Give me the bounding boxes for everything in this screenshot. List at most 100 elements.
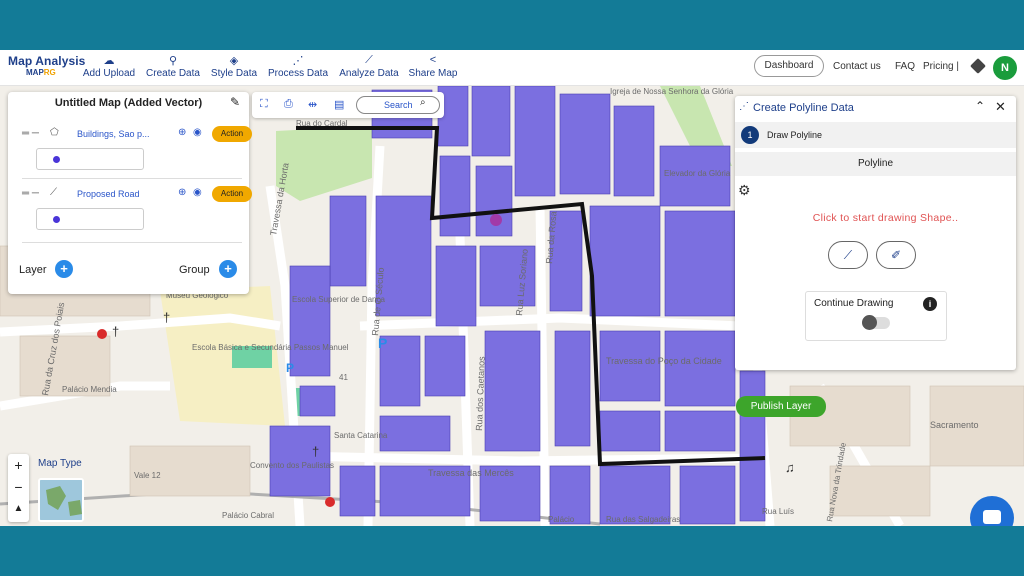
drag-handle-icon[interactable]: ═ ─ xyxy=(22,188,39,199)
gear-icon[interactable]: ⚙ xyxy=(738,182,751,199)
comment-icon[interactable]: ▤ xyxy=(334,98,344,111)
step-number: 1 xyxy=(741,126,759,144)
map-analysis-app: Map Analysis MAPRG ☁ Add Upload ⚲ Create… xyxy=(0,50,1024,526)
map-type-thumbnail[interactable] xyxy=(38,478,84,522)
building xyxy=(439,155,471,237)
parking-icon: P xyxy=(378,335,387,351)
polygon-icon: ⬠ xyxy=(50,127,59,138)
music-icon: ♫ xyxy=(785,460,795,475)
drag-handle-icon[interactable]: ═ ─ xyxy=(22,128,39,139)
group-label: Group xyxy=(179,264,210,276)
bottom-frame-band xyxy=(0,526,1024,576)
map-label-palacio-mendia: Palácio Mendia xyxy=(62,385,117,394)
nav-process-data[interactable]: ⋰ Process Data xyxy=(267,54,329,79)
nav-add-upload[interactable]: ☁ Add Upload xyxy=(81,54,137,79)
layer-row-buildings[interactable]: ═ ─ ⬠ Buildings, Sao p... ⊕ ◉ Action xyxy=(22,126,252,144)
map-label-convento-paulistas: Convento dos Paulistas xyxy=(250,461,334,470)
cube-icon[interactable] xyxy=(970,58,986,74)
church-icon: † xyxy=(163,310,170,325)
building xyxy=(484,330,541,452)
layer-divider xyxy=(22,178,242,179)
map-label-sacramento: Sacramento xyxy=(930,420,979,430)
map-label-elevador-gloria: Elevador da Glória xyxy=(664,169,731,178)
globe-thumbnail-icon xyxy=(40,480,82,520)
zoom-out-button[interactable]: − xyxy=(8,476,29,498)
layer-style-swatch[interactable] xyxy=(36,208,144,230)
thumbnail-land xyxy=(68,500,82,516)
eye-icon[interactable]: ◉ xyxy=(193,187,202,198)
edit-shape-button[interactable]: ✐ xyxy=(876,241,916,269)
contact-link[interactable]: Contact us xyxy=(833,61,881,72)
continue-drawing-box: Continue Drawing i xyxy=(805,291,947,341)
zoom-in-button[interactable]: + xyxy=(8,454,29,476)
layer-name-proposed-road[interactable]: Proposed Road xyxy=(77,189,177,199)
search-icon[interactable]: ⌕ xyxy=(420,97,426,108)
layer-style-swatch[interactable] xyxy=(36,148,144,170)
logo-sub-b: RG xyxy=(43,68,56,77)
nav-share-map[interactable]: < Share Map xyxy=(408,54,458,79)
map-label-rua-luis: Rua Luís xyxy=(762,507,794,516)
layer-action-button[interactable]: Action xyxy=(212,186,252,202)
building xyxy=(599,330,661,402)
building xyxy=(299,385,336,417)
step-bar[interactable]: 1 Draw Polyline xyxy=(735,122,1016,148)
polyline-icon: ⟋ xyxy=(50,187,57,198)
map-toolbar: ⛶ ⎙ ⇹ ▤ Search ⌕ xyxy=(252,92,444,118)
layer-action-button[interactable]: Action xyxy=(212,126,252,142)
close-icon[interactable]: ✕ xyxy=(995,99,1006,115)
nav-analyze-data-label: Analyze Data xyxy=(339,68,399,79)
zoom-to-layer-icon[interactable]: ⊕ xyxy=(178,127,186,138)
map-label-escola-superior: Escola Superior de Dança xyxy=(292,295,385,304)
publish-layer-button[interactable]: Publish Layer xyxy=(736,396,826,417)
map-label-vale-12: Vale 12 xyxy=(134,471,161,480)
create-polyline-panel: ⋰ Create Polyline Data ⌃ ✕ 1 Draw Polyli… xyxy=(735,96,1016,370)
chevron-up-icon[interactable]: ⌃ xyxy=(975,99,985,113)
map-label-santa-catarina: Santa Catarina xyxy=(334,431,388,440)
building xyxy=(589,205,661,317)
eye-icon[interactable]: ◉ xyxy=(193,127,202,138)
edit-pencil-icon[interactable]: ✎ xyxy=(230,95,240,109)
layer-name-buildings[interactable]: Buildings, Sao p... xyxy=(77,129,177,139)
fullscreen-icon[interactable]: ⛶ xyxy=(260,98,268,111)
compass-icon[interactable]: ▲ xyxy=(8,498,29,520)
map-label-palacio: Palácio xyxy=(548,515,575,524)
measure-icon[interactable]: ⇹ xyxy=(308,98,317,111)
draw-line-button[interactable]: ⟋ xyxy=(828,241,868,269)
map-label-travessa-poco: Travessa do Poço da Cidade xyxy=(606,356,722,366)
logo-title: Map Analysis xyxy=(8,54,86,68)
map-label-rua-cardal: Rua do Cardal xyxy=(296,119,348,128)
nav-create-data[interactable]: ⚲ Create Data xyxy=(145,54,201,79)
search-input[interactable]: Search xyxy=(356,96,440,114)
nav-process-data-label: Process Data xyxy=(267,68,329,79)
continue-drawing-label: Continue Drawing xyxy=(814,298,894,309)
app-logo[interactable]: Map Analysis MAPRG xyxy=(8,54,85,77)
add-group-button[interactable]: + xyxy=(219,260,237,278)
map-type-label[interactable]: Map Type xyxy=(38,458,82,469)
pricing-link[interactable]: Pricing | xyxy=(923,61,959,72)
layer-row-proposed-road[interactable]: ═ ─ ⟋ Proposed Road ⊕ ◉ Action xyxy=(22,186,252,204)
top-frame-band xyxy=(0,0,1024,50)
layer-label: Layer xyxy=(19,264,47,276)
building xyxy=(613,105,655,197)
step-label: Draw Polyline xyxy=(767,130,823,140)
faq-link[interactable]: FAQ xyxy=(895,61,915,72)
building xyxy=(471,86,511,157)
building xyxy=(599,410,661,452)
continue-drawing-toggle[interactable] xyxy=(862,315,890,330)
nav-style-data-label: Style Data xyxy=(210,68,258,79)
user-avatar[interactable]: N xyxy=(993,56,1017,80)
process-nodes-icon: ⋰ xyxy=(292,55,304,67)
dashboard-button[interactable]: Dashboard xyxy=(754,55,824,77)
tab-polyline[interactable]: Polyline xyxy=(735,152,1016,176)
color-dot xyxy=(53,156,60,163)
info-icon[interactable]: i xyxy=(923,297,937,311)
print-icon[interactable]: ⎙ xyxy=(284,98,293,111)
hospital-icon xyxy=(97,329,107,339)
nav-analyze-data[interactable]: ⟋ Analyze Data xyxy=(338,54,400,79)
nav-style-data[interactable]: ◈ Style Data xyxy=(210,54,258,79)
drawing-hint: Click to start drawing Shape.. xyxy=(812,212,959,224)
zoom-to-layer-icon[interactable]: ⊕ xyxy=(178,187,186,198)
add-layer-button[interactable]: + xyxy=(55,260,73,278)
church-icon: † xyxy=(112,324,119,339)
map-label-escola-basica: Escola Básica e Secundária Passos Manuel xyxy=(192,343,349,352)
